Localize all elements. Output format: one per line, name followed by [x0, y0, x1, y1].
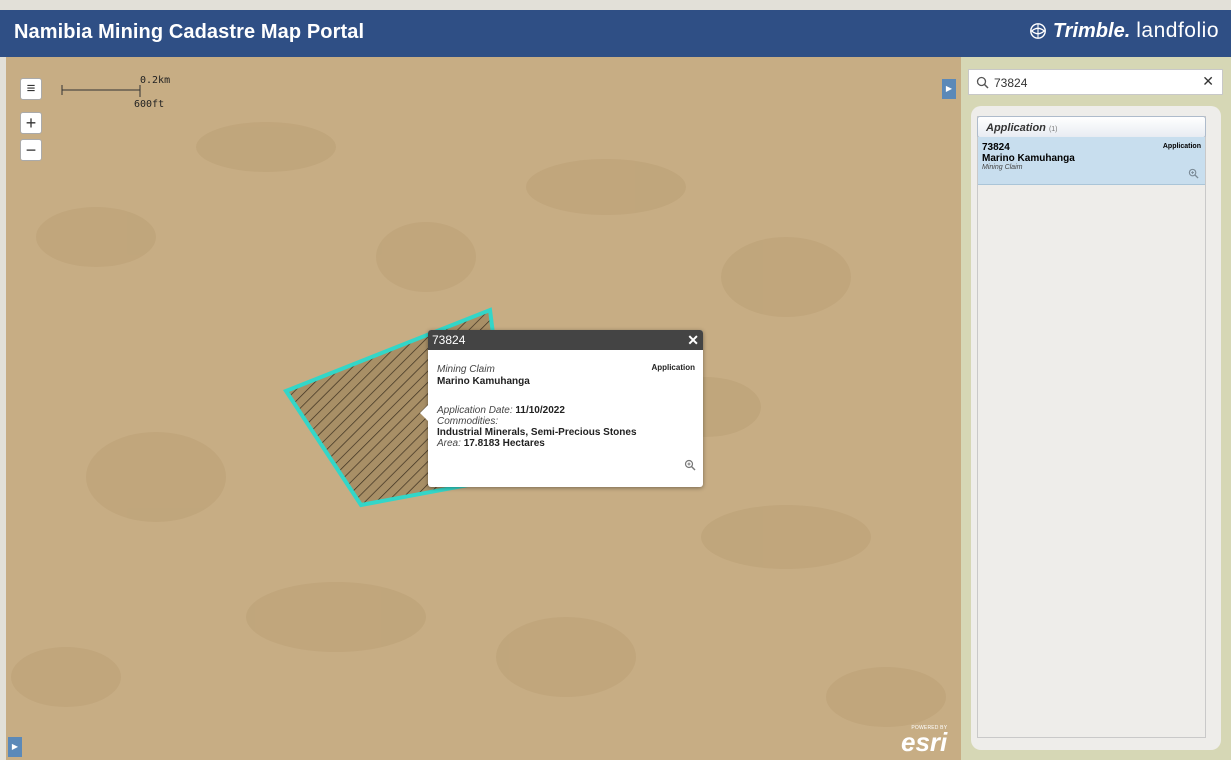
result-type: Mining Claim — [982, 164, 1023, 171]
result-owner: Marino Kamuhanga — [982, 153, 1075, 164]
search-box: ✕ — [968, 69, 1223, 95]
map-view[interactable]: ≡ + − 0.2km 600ft ▶ ▶ POWERED BY esri 73… — [6, 57, 961, 760]
app-title: Namibia Mining Cadastre Map Portal — [14, 21, 365, 43]
app-date-value: 11/10/2022 — [515, 405, 565, 416]
trimble-globe-icon — [1029, 23, 1046, 39]
clear-search-button[interactable]: ✕ — [1202, 73, 1214, 90]
brand-primary: Trimble. — [1052, 19, 1131, 42]
area-value: 17.8183 Hectares — [463, 438, 545, 449]
commodities-label: Commodities: — [437, 416, 499, 427]
zoom-out-button[interactable]: − — [20, 139, 42, 161]
esri-wordmark: esri — [901, 727, 948, 757]
results-container: Application (1) 73824 Application Marino… — [971, 106, 1221, 750]
scale-km-label: 0.2km — [140, 75, 171, 86]
app-header: Namibia Mining Cadastre Map Portal Trimb… — [0, 10, 1231, 57]
esri-logo: POWERED BY esri — [901, 725, 948, 757]
popup-body: Mining Claim Application Marino Kamuhang… — [428, 350, 703, 481]
search-input[interactable] — [992, 73, 1196, 93]
commodities-value: Industrial Minerals, Semi-Precious Stone… — [437, 427, 637, 438]
group-count: (1) — [1048, 126, 1058, 133]
result-status: Application — [1162, 143, 1201, 150]
brand-logo: Trimble. landfolio — [1029, 19, 1219, 43]
zoom-to-icon[interactable] — [1188, 168, 1199, 179]
popup-header: 73824 ✕ — [428, 330, 703, 350]
popup-area: Area: 17.8183 Hectares — [437, 438, 694, 449]
scale-ft-label: 600ft — [134, 99, 165, 110]
popup-title: 73824 — [432, 333, 466, 347]
result-group-header[interactable]: Application (1) — [977, 116, 1206, 138]
zoom-in-button[interactable]: + — [20, 112, 42, 134]
popup-application-date: Application Date: 11/10/2022 — [437, 405, 694, 416]
popup-pointer — [420, 405, 428, 421]
search-panel: ✕ Application (1) 73824 Application Mari… — [961, 57, 1231, 760]
info-popup: 73824 ✕ Mining Claim Application Marino … — [420, 330, 703, 487]
zoom-to-icon[interactable] — [684, 459, 696, 471]
app-date-label: Application Date: — [437, 405, 513, 416]
area-label: Area: — [437, 438, 461, 449]
scale-bar: 0.2km 600ft — [60, 75, 171, 110]
results-list: Application (1) 73824 Application Marino… — [977, 116, 1206, 738]
popup-status: Application — [651, 363, 695, 372]
popup-commodities-row: Industrial Minerals, Semi-Precious Stone… — [437, 427, 694, 438]
collapse-right-panel-button[interactable]: ▶ — [942, 79, 956, 99]
brand-secondary: landfolio — [1136, 19, 1219, 42]
popup-owner: Marino Kamuhanga — [437, 376, 530, 387]
search-icon — [976, 76, 989, 89]
popup-close-button[interactable]: ✕ — [687, 330, 699, 350]
group-name: Application — [986, 122, 1046, 134]
expand-left-panel-button[interactable]: ▶ — [8, 737, 22, 757]
layer-menu-button[interactable]: ≡ — [20, 78, 42, 100]
result-item[interactable]: 73824 Application Marino Kamuhanga Minin… — [978, 137, 1205, 185]
popup-commodities: Commodities: — [437, 416, 694, 427]
